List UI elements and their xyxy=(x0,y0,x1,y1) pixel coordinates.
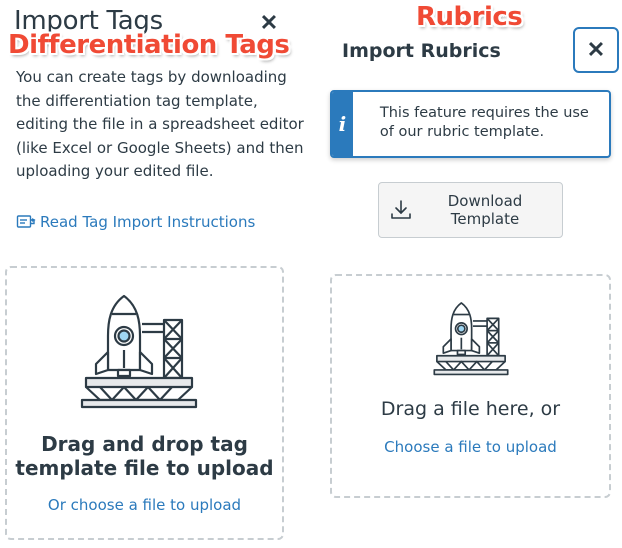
download-icon xyxy=(391,200,411,219)
annotation-differentiation-tags: Differentiation Tags xyxy=(8,30,290,60)
info-icon: i xyxy=(332,92,353,156)
tags-dropzone-main-text: Drag and drop tag template file to uploa… xyxy=(15,432,274,480)
rocket-launch-icon xyxy=(80,294,198,409)
annotation-rubrics: Rubrics xyxy=(416,2,523,32)
alert-message: This feature requires the use of our rub… xyxy=(379,105,589,140)
read-instructions-label: Read Tag Import Instructions xyxy=(40,213,256,231)
tags-choose-file-link[interactable]: Or choose a file to upload xyxy=(5,496,284,514)
read-tag-import-instructions-link[interactable]: Read Tag Import Instructions xyxy=(16,213,255,231)
download-template-label: Download Template xyxy=(447,192,523,228)
tags-description: You can create tags by downloading the d… xyxy=(16,68,304,180)
rocket-launch-icon xyxy=(433,302,509,376)
close-icon: ✕ xyxy=(586,37,606,62)
rubric-template-alert: i This feature requires the use of our r… xyxy=(330,90,611,158)
rubrics-dropzone-main-text: Drag a file here, or xyxy=(380,398,561,420)
document-icon xyxy=(16,215,36,228)
rubrics-modal-title: Import Rubrics xyxy=(342,40,501,62)
rubrics-choose-file-link[interactable]: Choose a file to upload xyxy=(330,438,611,456)
download-template-button[interactable]: Download Template xyxy=(378,182,563,238)
rubrics-close-button[interactable]: ✕ xyxy=(573,27,619,73)
